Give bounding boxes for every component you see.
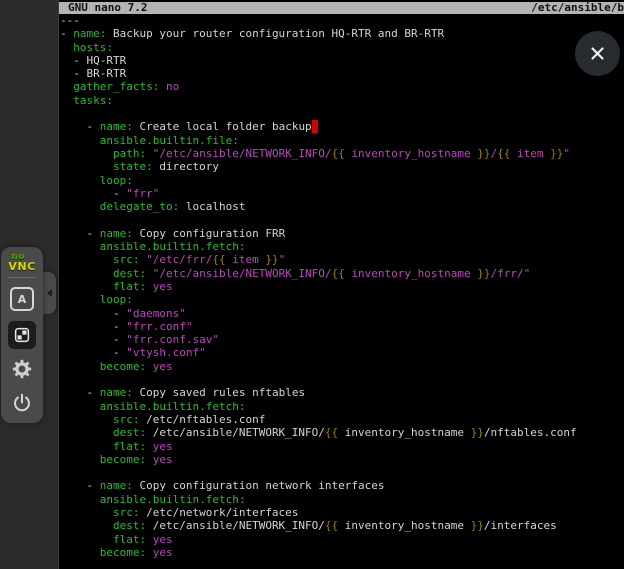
close-button[interactable] <box>575 31 620 76</box>
gear-icon <box>11 358 33 380</box>
chevron-left-icon <box>47 289 52 297</box>
editor-line: ansible.builtin.fetch: <box>60 400 624 413</box>
settings-button[interactable] <box>7 354 37 384</box>
editor-line: - BR-RTR <box>60 67 624 80</box>
editor-line: - name: Backup your router configuration… <box>60 27 624 40</box>
editor-line: - name: Copy configuration FRR <box>60 227 624 240</box>
fullscreen-icon <box>8 321 36 349</box>
terminal-screen[interactable]: GNU nano 7.2 /etc/ansible/b ---- name: B… <box>59 0 624 569</box>
editor-line: tasks: <box>60 94 624 107</box>
text-cursor <box>312 120 319 133</box>
vnc-sidebar-strip: no VNC A <box>0 0 59 569</box>
editor-line: src: /etc/nftables.conf <box>60 413 624 426</box>
power-button[interactable] <box>7 388 37 418</box>
editor-line: delegate_to: localhost <box>60 200 624 213</box>
nano-title: GNU nano 7.2 <box>59 2 147 14</box>
editor-line <box>60 107 624 120</box>
editor-line: become: yes <box>60 360 624 373</box>
editor-line: gather_facts: no <box>60 80 624 93</box>
editor-line: path: "/etc/ansible/NETWORK_INFO/{{ inve… <box>60 147 624 160</box>
editor-line: - HQ-RTR <box>60 54 624 67</box>
sidebar-collapse-handle[interactable] <box>43 272 56 314</box>
editor-content[interactable]: ---- name: Backup your router configurat… <box>60 14 624 569</box>
novnc-logo: no VNC <box>8 253 35 271</box>
editor-line <box>60 213 624 226</box>
editor-line: flat: yes <box>60 280 624 293</box>
keyboard-a-icon: A <box>10 287 34 311</box>
vnc-control-panel: no VNC A <box>1 247 43 423</box>
editor-line: loop: <box>60 174 624 187</box>
editor-line: ansible.builtin.fetch: <box>60 493 624 506</box>
editor-line: hosts: <box>60 41 624 54</box>
editor-line: flat: yes <box>60 533 624 546</box>
novnc-logo-vnc: VNC <box>8 262 35 271</box>
editor-line: state: directory <box>60 160 624 173</box>
editor-line <box>60 466 624 479</box>
fullscreen-button[interactable] <box>7 320 37 350</box>
editor-line: - "frr.conf" <box>60 320 624 333</box>
editor-line: - "frr" <box>60 187 624 200</box>
editor-line: dest: /etc/ansible/NETWORK_INFO/{{ inven… <box>60 519 624 532</box>
panel-divider <box>8 277 36 278</box>
nano-titlebar: GNU nano 7.2 /etc/ansible/b <box>59 2 624 14</box>
editor-line <box>60 373 624 386</box>
close-icon <box>588 44 607 63</box>
editor-line: become: yes <box>60 453 624 466</box>
power-icon <box>11 392 33 414</box>
editor-line: - "daemons" <box>60 307 624 320</box>
editor-line: loop: <box>60 293 624 306</box>
editor-line: src: /etc/network/interfaces <box>60 506 624 519</box>
editor-line: - "vtysh.conf" <box>60 346 624 359</box>
editor-line: ansible.builtin.file: <box>60 134 624 147</box>
editor-line: - name: Copy configuration network inter… <box>60 479 624 492</box>
editor-line: src: "/etc/frr/{{ item }}" <box>60 253 624 266</box>
editor-line: ansible.builtin.fetch: <box>60 240 624 253</box>
editor-line: - name: Create local folder backup <box>60 120 624 133</box>
nano-file-path: /etc/ansible/b <box>531 2 624 14</box>
editor-line: --- <box>60 14 624 27</box>
editor-line: - name: Copy saved rules nftables <box>60 386 624 399</box>
editor-line: flat: yes <box>60 440 624 453</box>
keyboard-button[interactable]: A <box>7 284 37 314</box>
editor-line: dest: "/etc/ansible/NETWORK_INFO/{{ inve… <box>60 267 624 280</box>
editor-line: - "frr.conf.sav" <box>60 333 624 346</box>
editor-line: dest: /etc/ansible/NETWORK_INFO/{{ inven… <box>60 426 624 439</box>
editor-line: become: yes <box>60 546 624 559</box>
